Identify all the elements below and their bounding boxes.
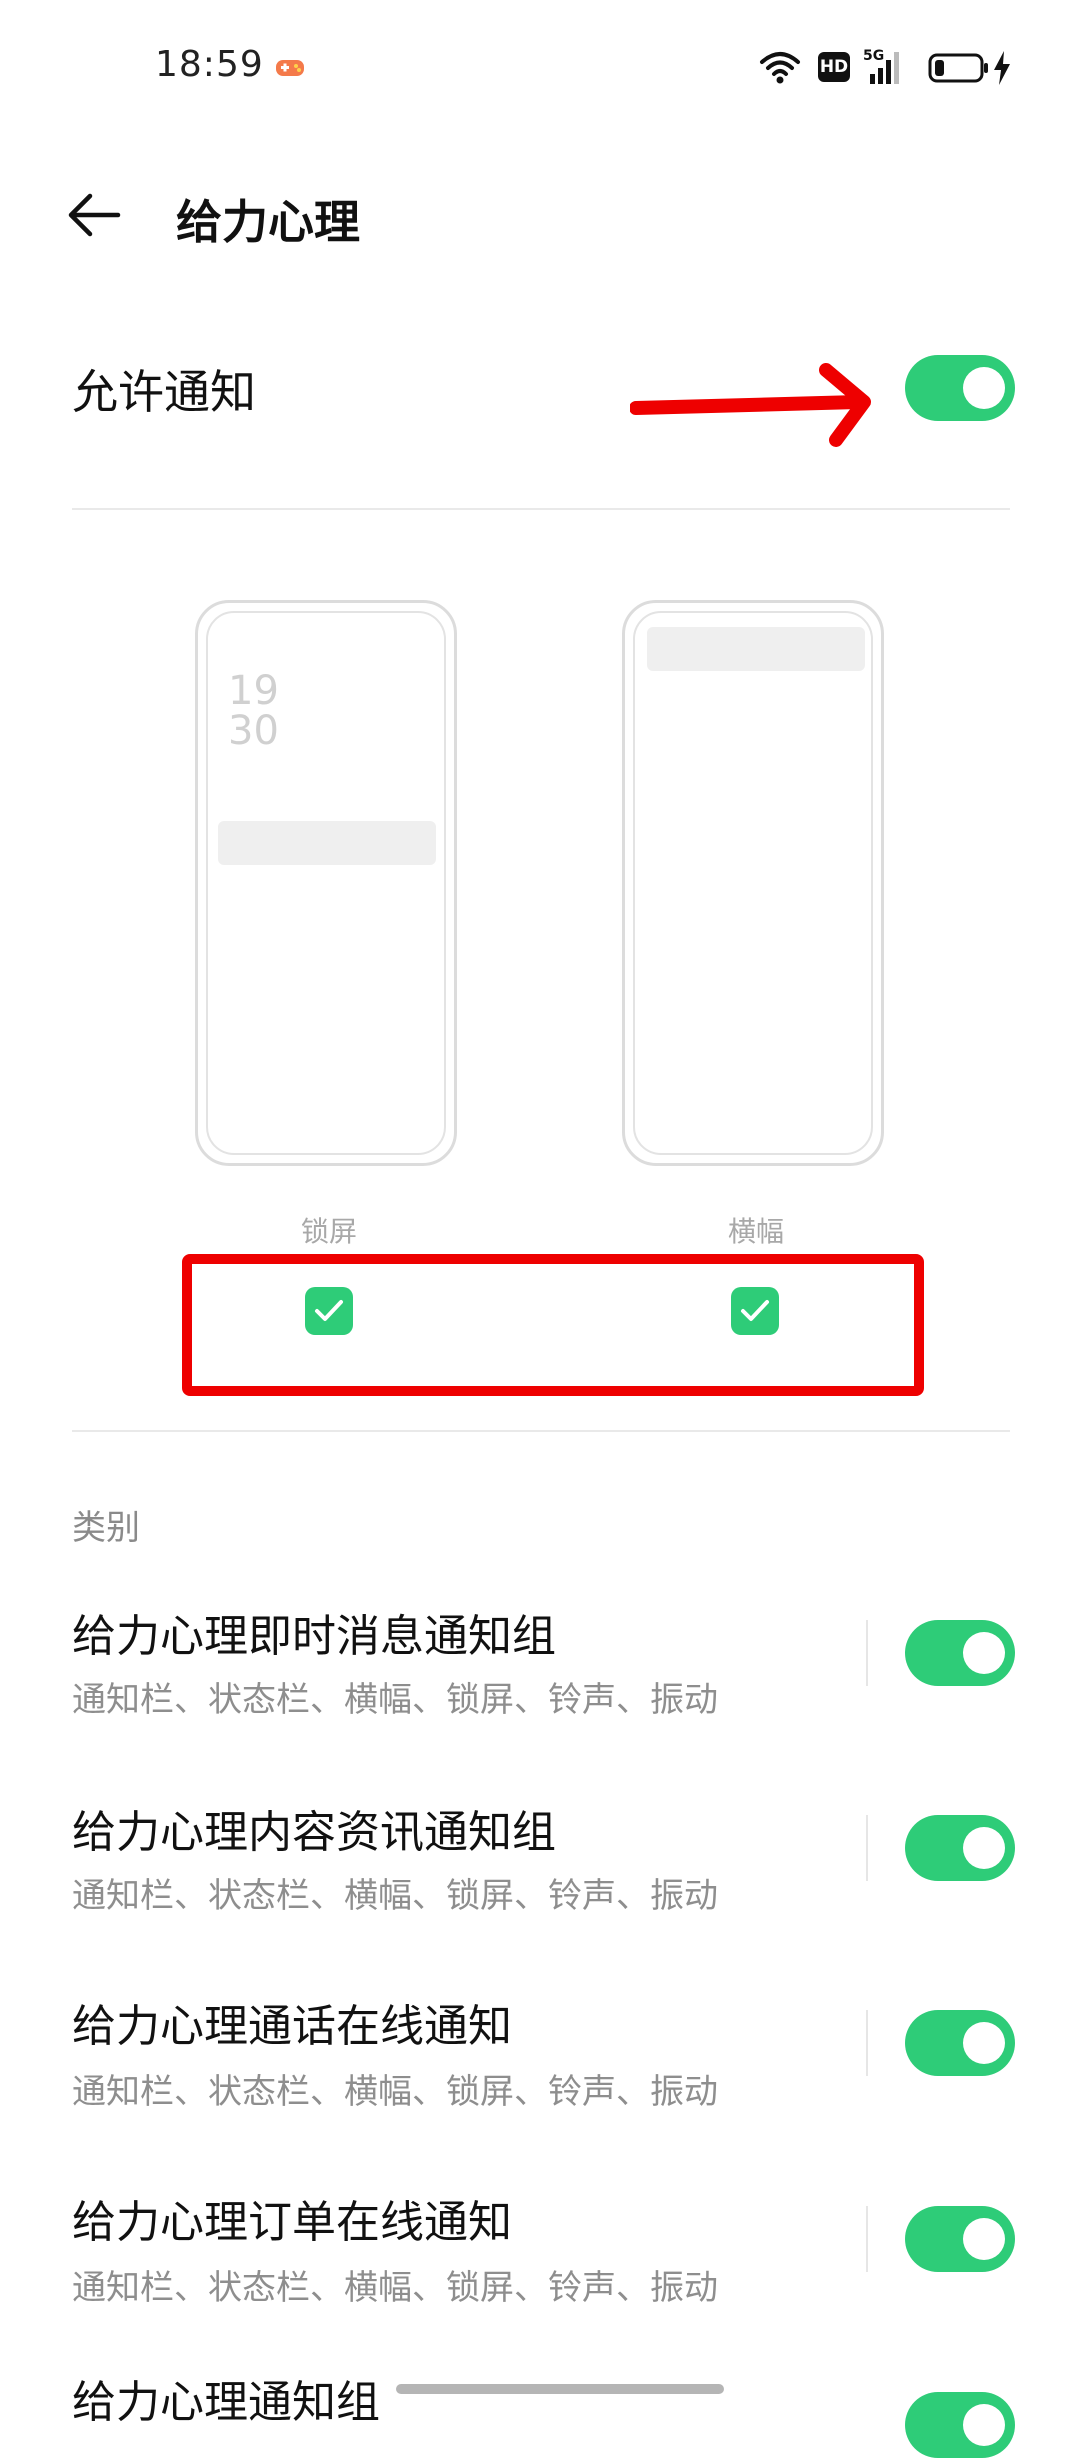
- banner-notification-placeholder: [647, 627, 865, 671]
- toggle-knob: [963, 1632, 1005, 1674]
- vertical-divider: [866, 1620, 868, 1686]
- category-subtitle: 通知栏、状态栏、横幅、锁屏、铃声、振动: [72, 1680, 718, 1720]
- lock-screen-label: 锁屏: [300, 1215, 357, 1248]
- category-title[interactable]: 给力心理通话在线通知: [72, 1990, 512, 2054]
- phone-screen: [633, 611, 873, 1155]
- category-title[interactable]: 给力心理订单在线通知: [72, 2186, 512, 2250]
- lock-screen-notification-placeholder: [218, 821, 436, 865]
- lock-screen-preview[interactable]: 19 30: [195, 600, 457, 1166]
- allow-notification-toggle[interactable]: [905, 355, 1015, 421]
- red-highlight-box: [182, 1254, 924, 1396]
- wifi-icon: [760, 52, 800, 84]
- arrow-left-icon: [68, 193, 121, 237]
- toggle-knob: [963, 2404, 1005, 2446]
- lock-screen-clock: 19 30: [228, 668, 279, 754]
- category-toggle[interactable]: [905, 1815, 1015, 1881]
- status-time: 18:59: [155, 44, 264, 85]
- toggle-knob: [963, 1827, 1005, 1869]
- category-subtitle: 通知栏、状态栏、横幅、锁屏、铃声、振动: [72, 2072, 718, 2112]
- banner-preview[interactable]: [622, 600, 884, 1166]
- game-icon: [276, 60, 304, 76]
- section-label-categories: 类别: [72, 1508, 140, 1548]
- category-title[interactable]: 给力心理内容资讯通知组: [72, 1796, 556, 1860]
- vertical-divider: [866, 1815, 868, 1881]
- category-toggle[interactable]: [905, 1620, 1015, 1686]
- vertical-divider: [866, 2206, 868, 2272]
- charging-icon: [994, 51, 1010, 85]
- battery-icon: [928, 53, 988, 83]
- signal-5g-icon: 5G: [863, 48, 899, 84]
- hd-icon: HD: [818, 52, 850, 82]
- category-title[interactable]: 给力心理通知组: [72, 2366, 380, 2430]
- category-toggle[interactable]: [905, 2392, 1015, 2458]
- svg-text:5G: 5G: [863, 48, 884, 64]
- toggle-knob: [963, 2022, 1005, 2064]
- status-bar: 18:59 HD 5G: [0, 0, 1080, 140]
- category-toggle[interactable]: [905, 2206, 1015, 2272]
- divider: [72, 508, 1010, 510]
- red-arrow-annotation: [630, 363, 871, 447]
- category-title[interactable]: 给力心理即时消息通知组: [72, 1600, 556, 1664]
- category-toggle[interactable]: [905, 2010, 1015, 2076]
- home-indicator[interactable]: [396, 2384, 724, 2394]
- category-subtitle: 通知栏、状态栏、横幅、锁屏、铃声、振动: [72, 2268, 718, 2308]
- vertical-divider: [866, 2010, 868, 2076]
- page-title: 给力心理: [176, 195, 360, 249]
- banner-label: 横幅: [727, 1215, 784, 1248]
- back-button[interactable]: [60, 180, 130, 250]
- category-subtitle: 通知栏、状态栏、横幅、锁屏、铃声、振动: [72, 1876, 718, 1916]
- divider: [72, 1430, 1010, 1432]
- toggle-knob: [963, 2218, 1005, 2260]
- toggle-knob: [963, 367, 1005, 409]
- allow-notification-label: 允许通知: [72, 365, 256, 419]
